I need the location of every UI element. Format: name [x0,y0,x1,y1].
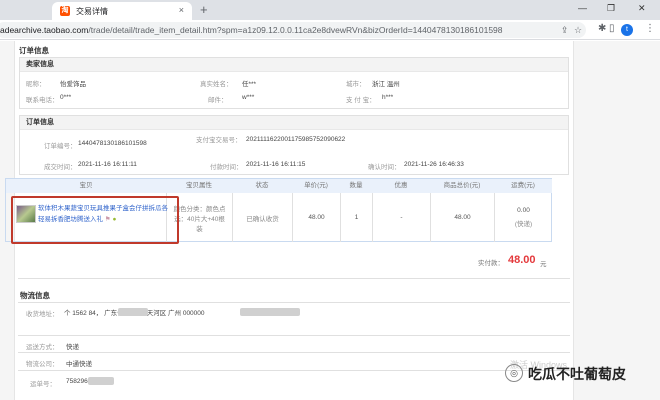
seller-email-label: 邮件： [208,97,228,104]
col-header-attr: 宝贝属性 [166,179,232,193]
close-tab-icon[interactable]: × [179,5,184,15]
seller-info-box: 卖家信息 昵称： 怡爱饰品 真实姓名： 任*** 城市： 浙江 温州 联系电话：… [19,57,569,109]
logistics-title: 物流信息 [20,291,50,300]
seller-phone-label: 联系电话： [26,97,59,104]
product-total-cell: 48.00 [430,193,494,242]
divider [18,302,570,303]
seller-name-value: 任*** [242,81,257,88]
seller-alipay-label: 支 付 宝： [346,97,376,104]
redacted-block [240,308,300,316]
carrier-label: 物流公司： [26,361,59,368]
col-header-status: 状态 [232,179,292,193]
deal-time-label: 成交时间： [44,164,77,171]
brand-caption: 吃瓜不吐葡萄皮 [528,366,626,382]
sidebar-icon[interactable]: ▯ [609,23,615,34]
pay-time-value: 2021-11-16 16:11:15 [246,161,306,168]
wechat-logo-icon: ◎ [505,364,523,382]
bookmark-star-icon[interactable]: ☆ [574,25,582,36]
maximize-icon[interactable]: ❐ [607,3,615,14]
seller-name-label: 真实姓名： [200,81,233,88]
order-heading: 订单信息 [20,116,568,130]
col-header-item: 宝贝 [6,179,166,193]
paid-unit: 元 [540,261,547,268]
shipping-method: (快递) [514,221,533,228]
url-text: adearchive.taobao.com/trade/detail/trade… [0,25,503,35]
pay-time-label: 付款时间： [210,164,243,171]
col-header-discount: 优惠 [372,179,430,193]
deal-time-value: 2021-11-16 16:11:11 [78,161,137,168]
browser-tab[interactable]: 淘 交易详情 × [52,2,192,20]
share-icon[interactable]: ⇪ [561,25,569,36]
menu-icon[interactable]: ⋮ [645,23,655,34]
extensions-icon[interactable]: ✱ [598,23,606,34]
paid-label: 实付款： [478,260,504,267]
highlight-annotation [11,196,179,244]
product-discount-cell: - [372,193,430,242]
ship-method-label: 运送方式： [26,344,59,351]
order-number-value: 1440478130186101598 [78,140,147,147]
url-field[interactable]: adearchive.taobao.com/trade/detail/trade… [0,22,586,38]
order-number-label: 订单编号： [44,143,77,150]
divider [18,370,570,371]
divider [18,278,570,279]
col-header-shipping: 运费(元) [494,179,552,193]
order-info-box: 订单信息 订单编号： 1440478130186101598 支付宝交易号： 2… [19,115,569,175]
seller-city-value: 浙江 温州 [372,81,400,88]
divider [18,352,570,353]
carrier-value: 中通快递 [66,361,92,368]
new-tab-button[interactable]: + [200,2,208,17]
seller-city-label: 城市： [346,81,366,88]
seller-nick-value: 怡爱饰品 [60,81,86,88]
redacted-block [88,377,114,385]
divider [18,335,570,336]
redacted-block [118,308,148,316]
alipay-trade-label: 支付宝交易号： [196,137,242,144]
seller-email-value: w*** [242,94,255,101]
minimize-icon[interactable]: — [578,3,587,13]
confirm-time-label: 确认时间： [368,164,401,171]
product-shipping-cell: 0.00 (快递) [494,193,552,242]
product-qty-cell: 1 [340,193,372,242]
confirm-time-value: 2021-11-26 16:46:33 [404,161,464,168]
tracking-label: 运单号： [30,381,56,388]
alipay-trade-value: 2021111622001175985752090622 [246,136,346,143]
col-header-price: 单价(元) [292,179,340,193]
address-label: 收货地址： [26,311,59,318]
product-status-cell: 已确认收货 [232,193,292,242]
col-header-total: 商品总价(元) [430,179,494,193]
ship-method-value: 快递 [66,344,79,351]
address-bar: adearchive.taobao.com/trade/detail/trade… [0,20,660,40]
seller-nick-label: 昵称： [26,81,46,88]
paid-amount: 48.00 [508,254,536,266]
close-window-icon[interactable]: ✕ [638,3,646,14]
shipping-fee: 0.00 [517,207,530,214]
profile-avatar[interactable]: t [621,24,633,36]
order-info-title: 订单信息 [19,46,49,55]
seller-heading: 卖家信息 [20,58,568,72]
seller-phone-value: 0*** [60,94,72,101]
tab-strip: 淘 交易详情 × + — ❐ ✕ [0,0,660,20]
tab-title: 交易详情 [76,6,108,16]
taobao-favicon-icon: 淘 [60,6,70,16]
product-price-cell: 48.00 [292,193,340,242]
col-header-qty: 数量 [340,179,372,193]
seller-alipay-value: h*** [382,94,394,101]
